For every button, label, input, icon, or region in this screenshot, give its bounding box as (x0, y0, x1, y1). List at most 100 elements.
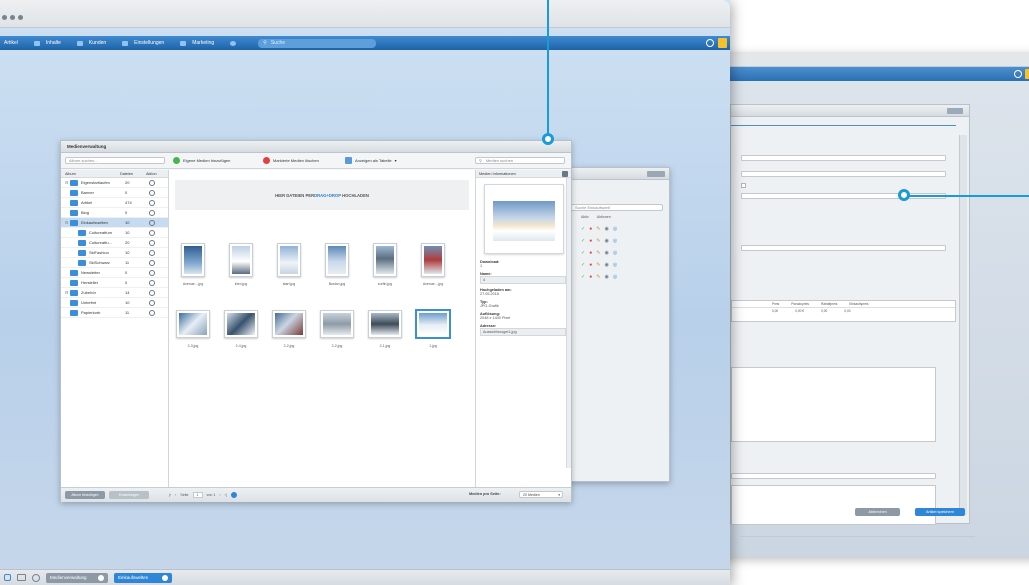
prev-page-icon[interactable]: ‹ (175, 493, 176, 497)
taskbar-media-manager[interactable]: Medienverwaltung (46, 572, 108, 583)
album-row[interactable]: Cultureatfum 10 (61, 228, 168, 238)
text-area[interactable] (731, 485, 936, 525)
delete-media-button[interactable]: Markierte Medien löschen (263, 157, 319, 164)
close-icon[interactable] (98, 574, 104, 581)
media-thumbnail[interactable] (229, 243, 253, 277)
add-media-button[interactable]: Eigene Medien hinzufügen (173, 157, 230, 164)
first-page-icon[interactable]: |‹ (169, 493, 171, 497)
edit-icon[interactable]: ✎ (596, 238, 600, 244)
collapse-icon[interactable] (562, 171, 568, 177)
delete-icon[interactable]: ● (589, 250, 592, 256)
dropzone[interactable]: HIER DATEIEN PER DRAG+DROP HOCHLADEN (175, 180, 469, 210)
edit-icon[interactable]: ✎ (596, 262, 600, 268)
settings-icon[interactable]: ◎ (613, 250, 617, 256)
form-field-1[interactable] (741, 155, 946, 161)
preview-icon[interactable]: ◉ (604, 274, 608, 280)
info-scrollbar[interactable] (566, 178, 571, 468)
delete-icon[interactable]: ● (589, 262, 592, 268)
windows-icon[interactable] (17, 574, 26, 581)
checkbox[interactable] (741, 183, 746, 188)
shopping-world-row[interactable]: ✓ ● ✎ ◉ ◎ (581, 250, 617, 256)
album-row[interactable]: SkiSchwarz 11 (61, 258, 168, 268)
album-row[interactable]: ⊟ Zubehör 14 (61, 288, 168, 298)
album-search-input[interactable]: Album suchen... (65, 157, 165, 164)
album-row[interactable]: Papierkorb 11 (61, 308, 168, 318)
album-row[interactable]: Blog 0 (61, 208, 168, 218)
menu-item-customers[interactable]: Kunden (76, 40, 106, 46)
settings-icon[interactable]: ◎ (613, 238, 617, 244)
gear-icon[interactable] (149, 259, 155, 266)
next-page-icon[interactable]: › (219, 493, 220, 497)
info-icon[interactable] (32, 573, 40, 582)
media-thumbnail[interactable] (421, 243, 445, 277)
album-row[interactable]: Unbefmt 10 (61, 298, 168, 308)
menu-item-extra[interactable] (230, 40, 242, 46)
media-search-input[interactable]: ⚲ Medien suchen (475, 157, 565, 164)
media-thumbnail[interactable] (368, 310, 402, 338)
window-controls-icon[interactable] (647, 170, 665, 177)
info-value[interactable]: 4 (480, 276, 566, 284)
album-row[interactable]: ⊟ Einkaufswelten 10 (61, 218, 168, 228)
close-icon[interactable] (162, 574, 168, 581)
shopping-world-row[interactable]: ✓ ● ✎ ◉ ◎ (581, 238, 617, 244)
media-thumbnail[interactable] (181, 243, 205, 277)
gear-icon[interactable] (149, 179, 155, 186)
media-thumbnail[interactable] (176, 310, 210, 338)
window-dot-icon[interactable] (18, 15, 23, 20)
info-value[interactable]: Aussichtsvogel1.jpg (480, 328, 566, 336)
last-page-icon[interactable]: ›| (225, 493, 227, 497)
price-table-row[interactable]: 0,00 0,00 € 0,00 0,00 (732, 308, 955, 314)
gear-icon[interactable] (149, 239, 155, 246)
gear-icon[interactable] (149, 279, 155, 286)
menu-item-content[interactable]: Inhalte (33, 40, 61, 46)
album-row[interactable]: Cultureatfu... 20 (61, 238, 168, 248)
album-row[interactable]: Newsletter 0 (61, 268, 168, 278)
gear-icon[interactable] (149, 219, 155, 226)
gear-icon[interactable] (149, 249, 155, 256)
gear-icon[interactable] (149, 189, 155, 196)
media-thumbnail[interactable] (277, 243, 301, 277)
refresh-icon[interactable] (230, 492, 237, 498)
description-editor[interactable] (731, 367, 936, 442)
preview-icon[interactable]: ◉ (604, 226, 608, 232)
settings-icon[interactable]: ◎ (613, 226, 617, 232)
album-row[interactable]: ⊟ Eigenstartlaufen 20 (61, 178, 168, 188)
edit-icon[interactable]: ✎ (596, 250, 600, 256)
window-controls-icon[interactable] (947, 108, 963, 114)
global-search[interactable]: ⚲ Suche (258, 38, 377, 48)
settings-icon[interactable]: ◎ (613, 262, 617, 268)
media-thumbnail[interactable] (325, 243, 349, 277)
page-input[interactable]: 1 (192, 492, 203, 498)
menu-item-marketing[interactable]: Marketing (180, 40, 214, 46)
media-thumbnail[interactable] (373, 243, 397, 277)
form-field-2[interactable] (741, 171, 946, 177)
edit-icon[interactable]: ✎ (596, 274, 600, 280)
gear-icon[interactable] (149, 299, 155, 306)
cancel-button[interactable]: Abbrechen (855, 508, 900, 516)
gear-icon[interactable] (149, 199, 155, 206)
grid-icon[interactable] (4, 574, 11, 581)
scrollbar[interactable] (959, 135, 967, 515)
preview-icon[interactable]: ◉ (604, 238, 608, 244)
shopping-world-row[interactable]: ✓ ● ✎ ◉ ◎ (581, 274, 617, 280)
settings-icon[interactable]: ◎ (613, 274, 617, 280)
gear-icon[interactable] (149, 209, 155, 216)
media-thumbnail[interactable] (272, 310, 306, 338)
album-row[interactable]: Hersteller 0 (61, 278, 168, 288)
refresh-icon[interactable] (1014, 70, 1022, 78)
album-row[interactable]: Banner 0 (61, 188, 168, 198)
window-dot-icon[interactable] (10, 15, 15, 20)
gear-icon[interactable] (149, 309, 155, 316)
taskbar-shopping-worlds[interactable]: Einkaufswelten (114, 572, 172, 583)
gear-icon[interactable] (149, 229, 155, 236)
album-row[interactable]: SkiFashion 10 (61, 248, 168, 258)
menu-item-articles[interactable]: Artikel (4, 40, 18, 46)
delete-icon[interactable]: ● (589, 226, 592, 232)
preview-icon[interactable]: ◉ (604, 262, 608, 268)
media-thumbnail[interactable] (416, 310, 450, 338)
shopping-world-row[interactable]: ✓ ● ✎ ◉ ◎ (581, 226, 617, 232)
form-field-4[interactable] (741, 245, 946, 251)
form-field-5[interactable] (731, 473, 936, 479)
media-thumbnail[interactable] (224, 310, 258, 338)
menu-item-settings[interactable]: Einstellungen (122, 40, 164, 46)
